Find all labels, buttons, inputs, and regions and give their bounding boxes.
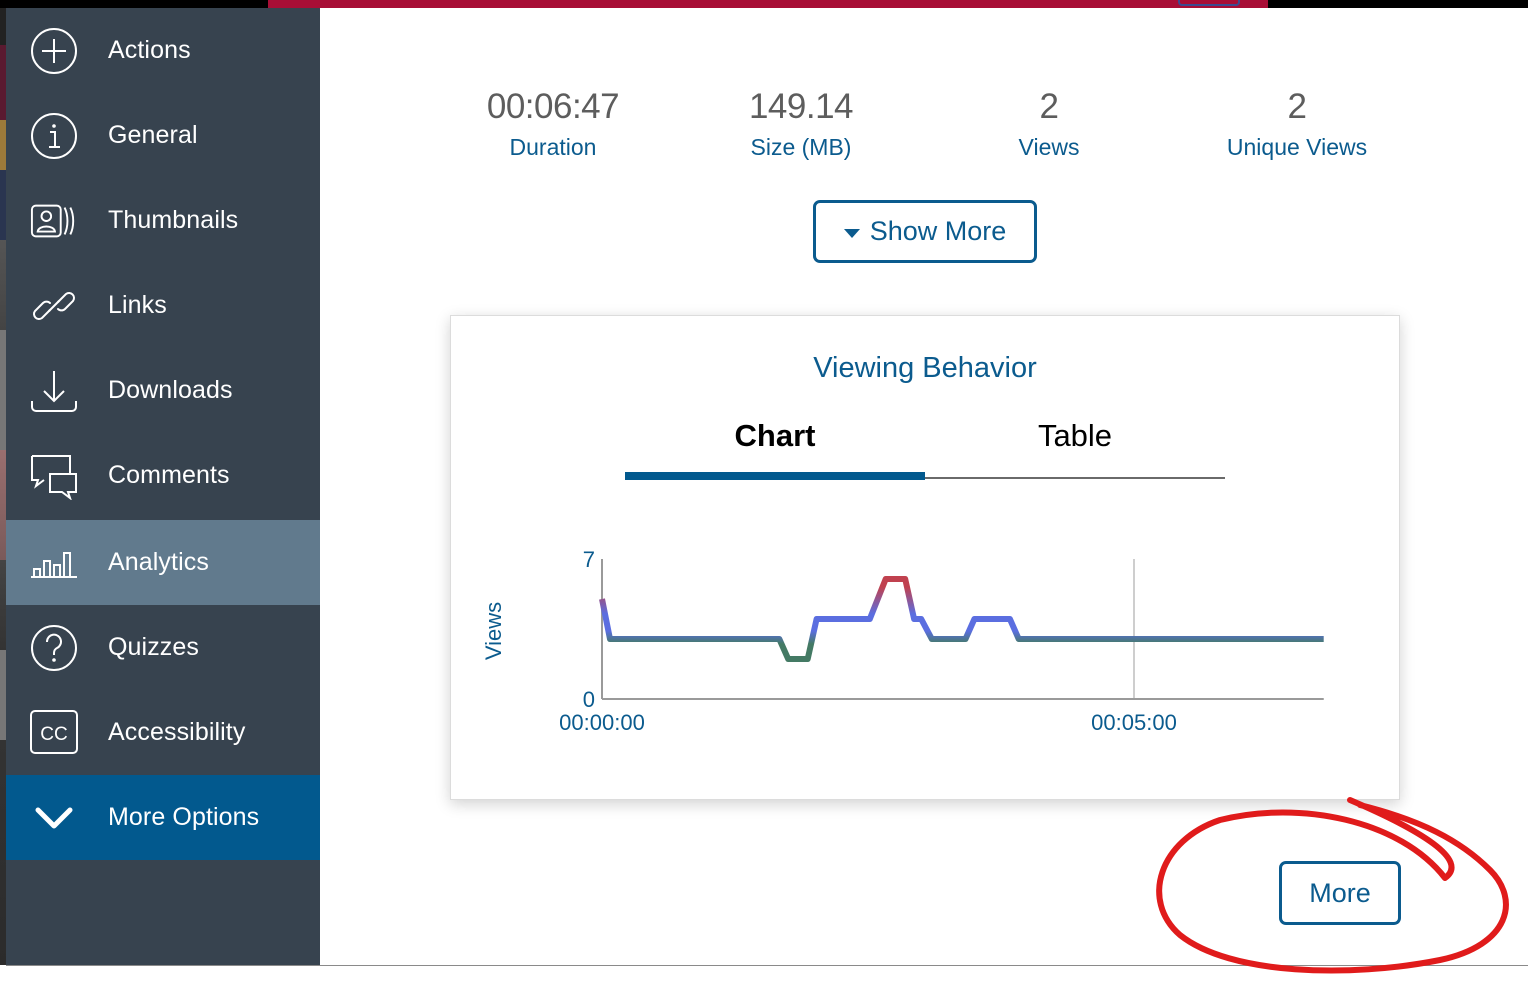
sidebar-item-more-options[interactable]: More Options: [6, 775, 320, 860]
sidebar-item-label: Downloads: [108, 376, 233, 404]
x-tick-label-5min: 00:05:00: [1091, 710, 1177, 735]
sidebar-item-label: Comments: [108, 461, 230, 489]
caret-down-icon: [843, 228, 860, 238]
info-circle-icon: [30, 112, 78, 160]
top-bar-left: [0, 0, 268, 8]
sidebar-item-label: Thumbnails: [108, 206, 239, 234]
sidebar-item-label: Accessibility: [108, 718, 246, 746]
download-icon: [30, 367, 78, 415]
x-tick-label-start: 00:00:00: [559, 710, 645, 735]
stat-label: Views: [1018, 134, 1080, 160]
viewing-behavior-chart: Views 7 0 00:00:00 00:05:00: [481, 547, 1324, 735]
show-more-label: Show More: [869, 216, 1007, 246]
stat-value: 149.14: [748, 87, 854, 126]
y-tick-label-min: 0: [583, 687, 595, 712]
top-bar: [268, 0, 1268, 8]
stat-value: 00:06:47: [486, 87, 620, 126]
sidebar-item-label: Actions: [108, 36, 191, 64]
sidebar: Actions General Thumbnails Links Downloa…: [6, 8, 320, 965]
sidebar-item-thumbnails[interactable]: Thumbnails: [6, 178, 320, 263]
bottom-divider: [6, 965, 1528, 966]
stat-unique-views: 2 Unique Views: [1177, 84, 1417, 162]
app-root: Actions General Thumbnails Links Downloa…: [0, 0, 1528, 982]
sidebar-item-label: More Options: [108, 803, 260, 831]
question-circle-icon: [30, 624, 78, 672]
closed-captions-icon: CC: [30, 709, 78, 757]
link-icon: [30, 282, 78, 330]
stat-views: 2 Views: [929, 84, 1169, 162]
stat-label: Unique Views: [1226, 134, 1368, 160]
sidebar-item-general[interactable]: General: [6, 93, 320, 178]
analytics-icon: [30, 539, 78, 587]
sidebar-item-label: General: [108, 121, 198, 149]
y-tick-label-max: 7: [583, 547, 595, 572]
viewing-behavior-card: Viewing Behavior Chart Table Views 7 0 0…: [450, 315, 1400, 800]
sidebar-item-accessibility[interactable]: CC Accessibility: [6, 690, 320, 775]
sidebar-item-label: Analytics: [108, 548, 209, 576]
stat-label: Size (MB): [750, 134, 852, 160]
y-axis-label: Views: [481, 602, 506, 660]
chevron-down-icon: [30, 794, 78, 842]
sidebar-item-links[interactable]: Links: [6, 263, 320, 348]
thumbnails-icon: [30, 197, 78, 245]
more-button[interactable]: More: [1279, 861, 1401, 925]
sidebar-item-label: Links: [108, 291, 167, 319]
sidebar-item-comments[interactable]: Comments: [6, 433, 320, 518]
sidebar-item-quizzes[interactable]: Quizzes: [6, 605, 320, 690]
comments-icon: [30, 452, 78, 500]
series-line-views: [599, 576, 1324, 662]
plus-circle-icon: [30, 27, 78, 75]
svg-text:CC: CC: [40, 724, 67, 745]
stat-value: 2: [1039, 87, 1059, 126]
stat-label: Duration: [509, 134, 597, 160]
top-bar-right: [1268, 0, 1528, 8]
sidebar-item-actions[interactable]: Actions: [6, 8, 320, 93]
show-more-button[interactable]: Show More: [813, 200, 1037, 263]
sidebar-item-label: Quizzes: [108, 633, 200, 661]
sidebar-item-analytics[interactable]: Analytics: [6, 520, 320, 605]
stat-value: 2: [1287, 87, 1307, 126]
stat-size: 149.14 Size (MB): [681, 84, 921, 162]
stat-duration: 00:06:47 Duration: [433, 84, 673, 162]
top-bar-control[interactable]: [1178, 0, 1240, 6]
sidebar-item-downloads[interactable]: Downloads: [6, 348, 320, 433]
